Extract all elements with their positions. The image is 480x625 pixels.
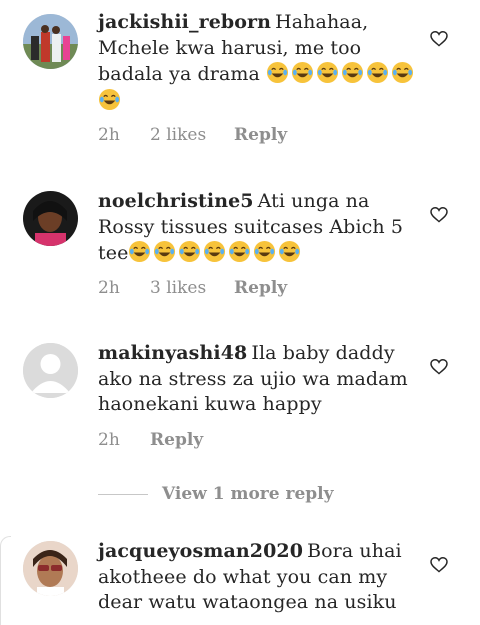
heart-outline-icon[interactable] — [430, 207, 448, 223]
divider-line — [98, 493, 148, 495]
timestamp: 2h — [98, 430, 120, 450]
view-more-label[interactable]: View 1 more reply — [162, 484, 333, 504]
comment-text: jacqueyosman2020 Bora uhai akotheee do wh… — [98, 539, 418, 616]
face-with-tears-of-joy-icon — [254, 240, 276, 263]
face-with-tears-of-joy-icon — [392, 61, 414, 84]
likes-count[interactable]: 2 likes — [150, 125, 234, 145]
face-with-tears-of-joy-icon — [342, 61, 364, 84]
heart-outline-icon[interactable] — [430, 359, 448, 375]
timestamp: 2h — [98, 278, 120, 298]
timestamp: 2h — [98, 125, 120, 145]
comment-text: jackishii_reborn Hahahaa, Mchele kwa haru… — [98, 10, 418, 114]
face-with-tears-of-joy-icon — [154, 240, 176, 263]
view-more-replies[interactable]: View 1 more reply — [98, 484, 333, 504]
username[interactable]: makinyashi48 — [98, 342, 247, 364]
reply-button[interactable]: Reply — [150, 430, 203, 450]
emoji-row — [128, 240, 303, 264]
username[interactable]: jackishii_reborn — [98, 11, 271, 33]
face-with-tears-of-joy-icon — [179, 240, 201, 263]
face-with-tears-of-joy-icon — [129, 240, 151, 263]
comment-meta: 2h 3 likes Reply — [98, 278, 287, 298]
comment-meta: 2h Reply — [98, 430, 203, 450]
avatar[interactable] — [23, 343, 78, 398]
face-with-tears-of-joy-icon — [317, 61, 339, 84]
face-with-tears-of-joy-icon — [98, 88, 121, 110]
reply-button[interactable]: Reply — [234, 125, 287, 145]
heart-outline-icon[interactable] — [430, 557, 448, 573]
avatar[interactable] — [23, 541, 78, 596]
face-with-tears-of-joy-icon — [267, 61, 289, 84]
comment-text: makinyashi48 Ila baby daddy ako na stress… — [98, 341, 418, 418]
username[interactable]: jacqueyosman2020 — [98, 540, 303, 562]
avatar[interactable] — [23, 14, 78, 69]
username[interactable]: noelchristine5 — [98, 190, 254, 212]
face-with-tears-of-joy-icon — [367, 61, 389, 84]
panel-edge — [0, 536, 11, 625]
comment-meta: 2h 2 likes Reply — [98, 125, 287, 145]
face-with-tears-of-joy-icon — [204, 240, 226, 263]
avatar[interactable] — [23, 191, 78, 246]
face-with-tears-of-joy-icon — [279, 240, 301, 263]
face-with-tears-of-joy-icon — [292, 61, 314, 84]
reply-button[interactable]: Reply — [234, 278, 287, 298]
likes-count[interactable]: 3 likes — [150, 278, 234, 298]
face-with-tears-of-joy-icon — [229, 240, 251, 263]
comment-text: noelchristine5 Ati unga na Rossy tissues … — [98, 189, 418, 267]
heart-outline-icon[interactable] — [430, 31, 448, 47]
